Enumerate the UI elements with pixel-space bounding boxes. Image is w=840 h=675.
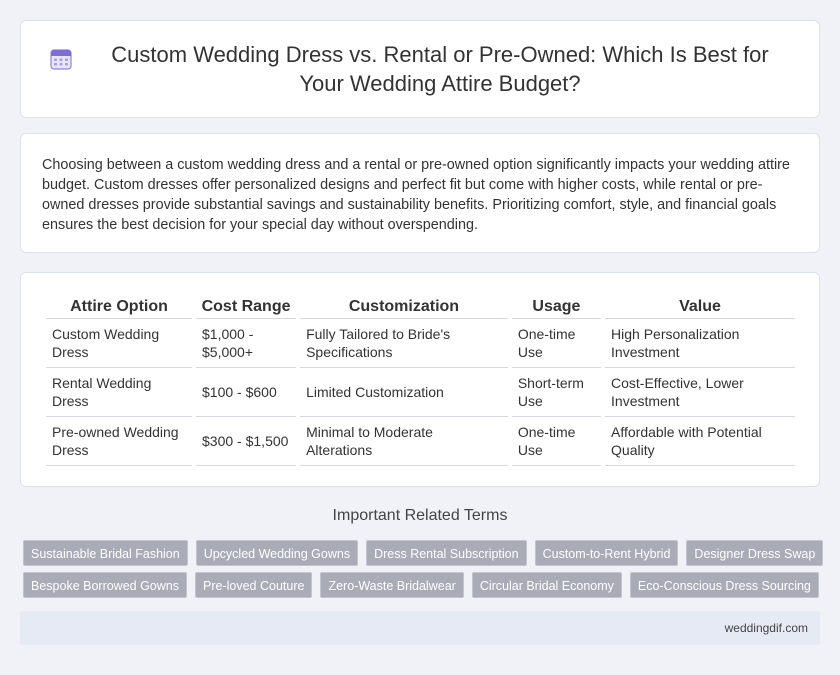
cell-customization: Minimal to Moderate Alterations [300, 417, 508, 466]
column-header-usage: Usage [511, 295, 602, 319]
related-terms-tags: Sustainable Bridal Fashion Upcycled Wedd… [23, 540, 824, 604]
related-terms-heading: Important Related Terms [332, 507, 508, 524]
tag-link[interactable]: Custom-to-Rent Hybrid [534, 540, 679, 566]
intro-card: Choosing between a custom wedding dress … [20, 133, 820, 253]
table-row: Custom Wedding Dress $1,000 - $5,000+ Fu… [46, 319, 795, 368]
tag-link[interactable]: Upcycled Wedding Gowns [195, 540, 359, 566]
column-header-customization: Customization [300, 295, 508, 319]
comparison-table-card: Attire Option Cost Range Customization U… [20, 272, 820, 487]
tag-row: Bespoke Borrowed Gowns Pre-loved Couture… [23, 572, 823, 598]
table-header-row: Attire Option Cost Range Customization U… [46, 295, 795, 319]
tag-link[interactable]: Eco-Conscious Dress Sourcing [629, 572, 819, 598]
cell-value: Affordable with Potential Quality [605, 417, 795, 466]
tag-link[interactable]: Sustainable Bridal Fashion [23, 540, 188, 566]
cell-usage: One-time Use [511, 319, 602, 368]
cell-value: High Personalization Investment [605, 319, 795, 368]
cell-cost-range: $1,000 - $5,000+ [196, 319, 297, 368]
footer-bar: weddingdif.com [20, 611, 820, 645]
table-row: Pre-owned Wedding Dress $300 - $1,500 Mi… [46, 417, 795, 466]
tag-link[interactable]: Circular Bridal Economy [471, 572, 622, 598]
page-title: Custom Wedding Dress vs. Rental or Pre-O… [111, 42, 769, 96]
column-header-value: Value [605, 295, 795, 319]
column-header-cost-range: Cost Range [196, 295, 297, 319]
cell-cost-range: $300 - $1,500 [196, 417, 297, 466]
title-card: Custom Wedding Dress vs. Rental or Pre-O… [20, 20, 820, 118]
table-row: Rental Wedding Dress $100 - $600 Limited… [46, 368, 795, 417]
cell-attire-option: Custom Wedding Dress [46, 319, 193, 368]
column-header-attire-option: Attire Option [46, 295, 193, 319]
cell-cost-range: $100 - $600 [196, 368, 297, 417]
comparison-table: Attire Option Cost Range Customization U… [42, 295, 799, 466]
cell-usage: Short-term Use [511, 368, 602, 417]
tag-link[interactable]: Designer Dress Swap [686, 540, 824, 566]
cell-customization: Fully Tailored to Bride's Specifications [300, 319, 508, 368]
cell-attire-option: Rental Wedding Dress [46, 368, 193, 417]
cell-customization: Limited Customization [300, 368, 508, 417]
tag-link[interactable]: Bespoke Borrowed Gowns [23, 572, 187, 598]
tag-row: Sustainable Bridal Fashion Upcycled Wedd… [23, 540, 824, 566]
cell-attire-option: Pre-owned Wedding Dress [46, 417, 193, 466]
cell-value: Cost-Effective, Lower Investment [605, 368, 795, 417]
tag-link[interactable]: Zero-Waste Bridalwear [320, 572, 464, 598]
tag-link[interactable]: Dress Rental Subscription [366, 540, 527, 566]
intro-paragraph: Choosing between a custom wedding dress … [42, 157, 790, 233]
footer-site-name: weddingdif.com [724, 621, 808, 635]
cell-usage: One-time Use [511, 417, 602, 466]
tag-link[interactable]: Pre-loved Couture [195, 572, 313, 598]
